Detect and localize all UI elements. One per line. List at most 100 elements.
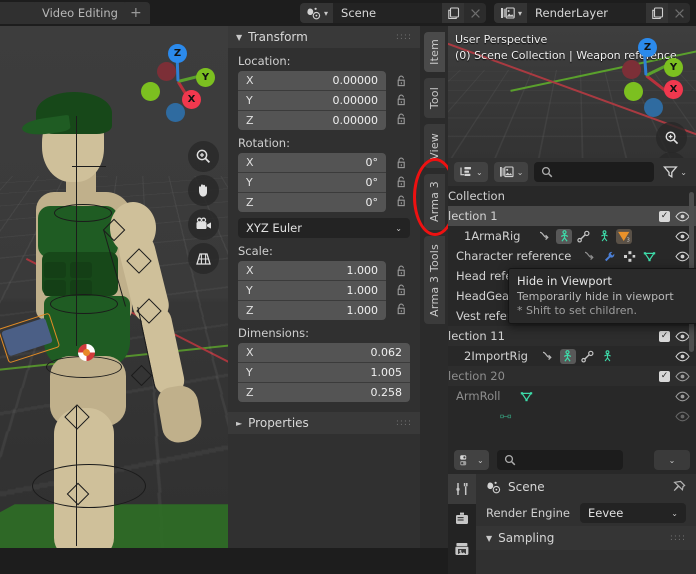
bone-icon[interactable]	[580, 349, 596, 364]
lock-location-z-icon[interactable]	[394, 109, 408, 128]
viewlayer-datablock[interactable]: ▾ RenderLayer	[494, 3, 690, 23]
dimension-y-field[interactable]: Y 1.005	[238, 363, 410, 383]
gizmo-axis-neg-x[interactable]	[141, 82, 160, 101]
editor-type-dropdown[interactable]: ⌄	[454, 450, 489, 470]
viewlayer-browse-button[interactable]: ▾	[494, 3, 528, 23]
rotation-x-field[interactable]: X 0°	[238, 153, 386, 173]
camera-icon[interactable]	[188, 209, 219, 240]
scene-name-field[interactable]: Scene	[333, 3, 442, 23]
eye-icon[interactable]	[675, 351, 690, 362]
outliner-row-collection-1[interactable]: lection 1 ✓	[448, 206, 696, 226]
lock-scale-y-icon[interactable]	[394, 280, 408, 299]
scene-datablock[interactable]: ▾ Scene	[300, 3, 486, 23]
hand-icon[interactable]	[188, 175, 219, 206]
gizmo-axis-neg-x[interactable]	[622, 60, 641, 79]
collection-checkbox[interactable]: ✓	[659, 210, 670, 222]
outliner-row-collection-11[interactable]: lection 11 ✓	[448, 326, 696, 346]
scale-z-field[interactable]: Z 1.000	[238, 301, 386, 320]
gizmo-axis-neg-z[interactable]	[644, 98, 663, 117]
outliner-display-mode-dropdown[interactable]: ⌄	[454, 162, 488, 182]
lock-rotation-z-icon[interactable]	[394, 191, 408, 210]
gizmo-axis-y[interactable]: Y	[664, 58, 683, 77]
navigation-gizmo[interactable]: Z Y X	[136, 38, 220, 122]
properties-tab-render[interactable]	[448, 504, 476, 534]
sidebar-tab-tool[interactable]: Tool	[424, 78, 445, 118]
eye-icon[interactable]	[675, 331, 690, 342]
mesh-triangle-icon[interactable]: 3	[616, 228, 633, 244]
gizmo-axis-z[interactable]: Z	[168, 44, 187, 63]
gizmo-axis-z[interactable]: Z	[638, 38, 657, 57]
modifier-icon[interactable]	[581, 249, 597, 264]
modifier-wrench-icon[interactable]	[601, 249, 617, 264]
outliner-row-partial[interactable]	[448, 406, 696, 426]
mesh-data-icon[interactable]	[641, 249, 657, 264]
sampling-panel-header[interactable]: ▼ Sampling ::::	[476, 526, 696, 550]
eye-icon[interactable]	[675, 391, 690, 402]
unlink-scene-button[interactable]	[464, 3, 486, 23]
grid-icon[interactable]	[188, 243, 219, 274]
eye-icon[interactable]	[675, 251, 690, 262]
lock-scale-z-icon[interactable]	[394, 299, 408, 318]
modifier-icon[interactable]	[536, 229, 552, 244]
outliner-row-armroll[interactable]: ArmRoll	[448, 386, 696, 406]
lock-location-y-icon[interactable]	[394, 90, 408, 109]
pin-icon[interactable]	[671, 480, 686, 495]
outliner-row-character-reference[interactable]: Character reference	[448, 246, 696, 266]
zoom-icon[interactable]	[188, 141, 219, 172]
gizmo-axis-x[interactable]: X	[664, 80, 683, 99]
outliner-row-2importrig[interactable]: 2ImportRig	[448, 346, 696, 366]
dimension-z-field[interactable]: Z 0.258	[238, 383, 410, 402]
render-engine-dropdown[interactable]: Eevee ⌄	[580, 503, 686, 523]
sidebar-tab-item[interactable]: Item	[424, 32, 445, 72]
gizmo-axis-neg-z[interactable]	[166, 103, 185, 122]
outliner-row-collection-20[interactable]: lection 20 ✓	[448, 366, 696, 386]
bone-chain-icon[interactable]	[500, 409, 516, 424]
properties-options-button[interactable]: ⌄	[654, 450, 690, 470]
eye-icon[interactable]	[675, 211, 690, 222]
outliner-id-type-dropdown[interactable]: ⌄	[493, 162, 529, 182]
lock-scale-x-icon[interactable]	[394, 261, 408, 280]
properties-panel-header[interactable]: ► Properties ::::	[228, 412, 420, 434]
lock-rotation-y-icon[interactable]	[394, 172, 408, 191]
viewlayer-name-field[interactable]: RenderLayer	[527, 3, 646, 23]
outliner-row-scene-collection[interactable]: Collection	[448, 186, 696, 206]
gizmo-axis-x[interactable]: X	[182, 90, 201, 109]
bone-icon[interactable]	[576, 229, 592, 244]
scale-x-field[interactable]: X 1.000	[238, 261, 386, 281]
zoom-icon[interactable]	[656, 122, 687, 153]
location-y-field[interactable]: Y 0.00000	[238, 91, 386, 111]
eye-icon[interactable]	[675, 371, 690, 382]
modifier-icon[interactable]	[540, 349, 556, 364]
remove-viewlayer-button[interactable]	[668, 3, 690, 23]
sidebar-tab-arma3-tools[interactable]: Arma 3 Tools	[424, 236, 445, 324]
transform-panel-header[interactable]: ▼ Transform ::::	[228, 26, 420, 48]
workspace-tab-video-editing[interactable]: Video Editing	[32, 2, 128, 24]
rotation-z-field[interactable]: Z 0°	[238, 193, 386, 212]
rotation-mode-dropdown[interactable]: XYZ Euler ⌄	[238, 218, 410, 238]
collection-checkbox[interactable]: ✓	[659, 330, 670, 342]
gizmo-axis-y[interactable]: Y	[196, 68, 215, 87]
scale-y-field[interactable]: Y 1.000	[238, 281, 386, 301]
properties-search-input[interactable]	[496, 450, 623, 470]
outliner-filter-button[interactable]: ⌄	[660, 162, 690, 182]
armature-data-icon[interactable]	[596, 229, 612, 244]
viewport-3d[interactable]: Z Y X	[0, 26, 228, 548]
lock-rotation-x-icon[interactable]	[394, 153, 408, 172]
properties-tab-tool[interactable]	[448, 474, 476, 504]
eye-icon[interactable]	[675, 411, 690, 422]
gizmo-axis-neg-y[interactable]	[624, 82, 643, 101]
mesh-data-icon[interactable]	[519, 389, 535, 404]
outliner-row-1armarig[interactable]: 1ArmaRig 3	[448, 226, 696, 246]
scene-browse-button[interactable]: ▾	[300, 3, 334, 23]
properties-tab-output[interactable]	[448, 534, 476, 564]
armature-pose-icon[interactable]	[556, 228, 573, 244]
new-scene-button[interactable]	[442, 3, 464, 23]
gizmo-axis-neg-y[interactable]	[157, 62, 176, 81]
eye-icon[interactable]	[675, 231, 690, 242]
navigation-gizmo[interactable]: Z Y X	[604, 32, 688, 117]
collection-checkbox[interactable]: ✓	[659, 370, 670, 382]
location-z-field[interactable]: Z 0.00000	[238, 111, 386, 130]
rotation-y-field[interactable]: Y 0°	[238, 173, 386, 193]
armature-data-icon[interactable]	[600, 349, 616, 364]
lock-location-x-icon[interactable]	[394, 71, 408, 90]
